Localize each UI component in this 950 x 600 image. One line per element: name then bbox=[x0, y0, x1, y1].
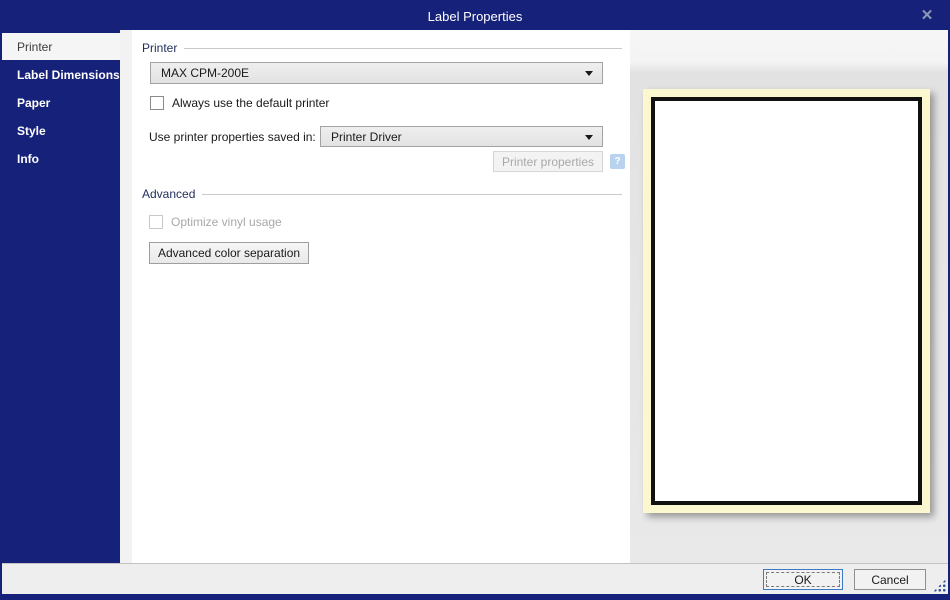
dialog-footer: OK Cancel bbox=[2, 563, 948, 594]
titlebar: Label Properties ✕ bbox=[2, 2, 948, 30]
label-properties-dialog: Label Properties ✕ Printer Label Dimensi… bbox=[0, 0, 950, 600]
advanced-color-separation-button[interactable]: Advanced color separation bbox=[149, 242, 309, 264]
close-icon[interactable]: ✕ bbox=[916, 6, 938, 26]
sidebar-item-label-dimensions[interactable]: Label Dimensions bbox=[2, 61, 120, 89]
dialog-title: Label Properties bbox=[428, 9, 523, 24]
always-default-printer-checkbox[interactable]: Always use the default printer bbox=[150, 96, 329, 110]
sidebar-item-printer[interactable]: Printer bbox=[2, 33, 120, 60]
label-preview-panel bbox=[630, 30, 948, 563]
saved-in-value: Printer Driver bbox=[331, 130, 402, 144]
section-divider bbox=[202, 194, 622, 195]
sidebar-item-label: Printer bbox=[17, 40, 52, 54]
always-default-printer-label: Always use the default printer bbox=[172, 96, 329, 110]
sidebar: Printer Label Dimensions Paper Style Inf… bbox=[2, 30, 120, 563]
sidebar-item-label: Info bbox=[17, 152, 39, 166]
sidebar-item-label: Style bbox=[17, 124, 46, 138]
resize-grip-icon[interactable] bbox=[933, 579, 946, 592]
optimize-vinyl-label: Optimize vinyl usage bbox=[171, 215, 282, 229]
dialog-body: Printer Label Dimensions Paper Style Inf… bbox=[2, 30, 948, 563]
printer-properties-button: Printer properties bbox=[493, 151, 603, 172]
advanced-color-separation-label: Advanced color separation bbox=[158, 246, 300, 260]
printer-select-value: MAX CPM-200E bbox=[161, 66, 249, 80]
sidebar-item-label: Label Dimensions bbox=[17, 68, 120, 82]
sidebar-item-label: Paper bbox=[17, 96, 50, 110]
chevron-down-icon bbox=[585, 71, 593, 76]
saved-in-dropdown[interactable]: Printer Driver bbox=[320, 126, 603, 147]
printer-properties-label: Printer properties bbox=[502, 155, 594, 169]
section-divider bbox=[184, 48, 622, 49]
ok-button[interactable]: OK bbox=[763, 569, 843, 590]
help-icon[interactable]: ? bbox=[610, 154, 625, 169]
sidebar-item-paper[interactable]: Paper bbox=[2, 89, 120, 117]
chevron-down-icon bbox=[585, 135, 593, 140]
ok-button-label: OK bbox=[794, 573, 811, 587]
printer-settings-panel: Printer MAX CPM-200E Always use the defa… bbox=[132, 30, 630, 563]
window-bottom-border bbox=[2, 594, 948, 598]
checkbox-icon[interactable] bbox=[150, 96, 164, 110]
printer-section-title: Printer bbox=[142, 41, 177, 55]
cancel-button[interactable]: Cancel bbox=[854, 569, 926, 590]
label-preview bbox=[643, 89, 930, 513]
advanced-section-header: Advanced bbox=[142, 187, 622, 201]
cancel-button-label: Cancel bbox=[871, 573, 908, 587]
printer-section-header: Printer bbox=[142, 41, 622, 55]
printer-select-dropdown[interactable]: MAX CPM-200E bbox=[150, 62, 603, 84]
checkbox-icon bbox=[149, 215, 163, 229]
optimize-vinyl-checkbox: Optimize vinyl usage bbox=[149, 215, 282, 229]
sidebar-item-style[interactable]: Style bbox=[2, 117, 120, 145]
saved-in-label: Use printer properties saved in: bbox=[149, 130, 316, 144]
sidebar-gutter bbox=[120, 30, 132, 563]
sidebar-item-info[interactable]: Info bbox=[2, 145, 120, 173]
label-page bbox=[651, 97, 922, 505]
help-glyph: ? bbox=[614, 156, 620, 167]
advanced-section-title: Advanced bbox=[142, 187, 195, 201]
